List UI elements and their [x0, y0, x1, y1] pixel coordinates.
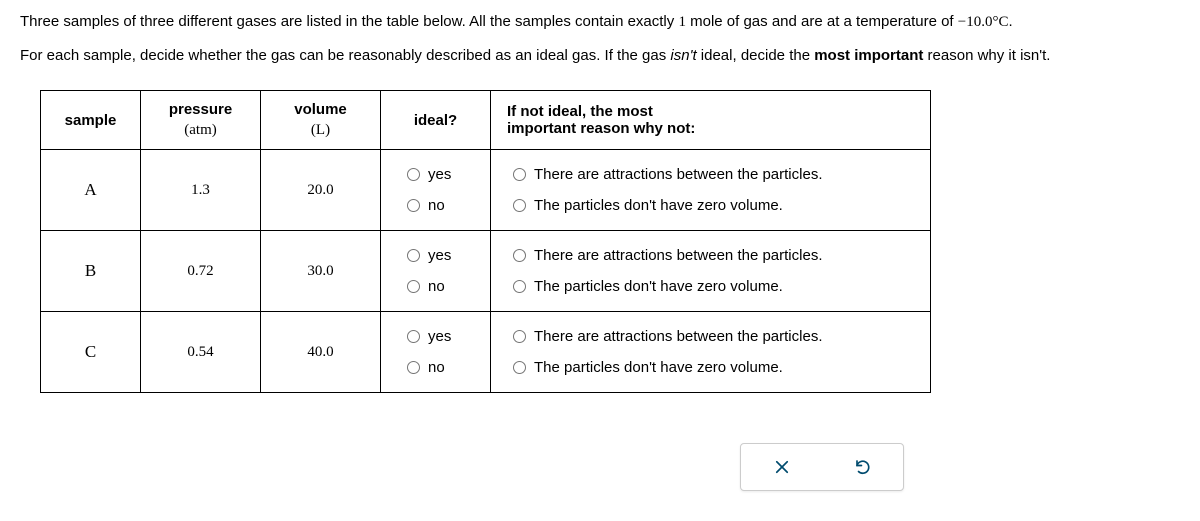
clear-button[interactable]: [757, 450, 807, 484]
header-pressure: pressure (atm): [141, 91, 261, 150]
intro-text: ideal, decide the: [697, 47, 815, 64]
radio-input[interactable]: [513, 361, 526, 374]
table-row: C0.5440.0 yes no There are attractions betw…: [41, 312, 931, 393]
radio-label: no: [428, 197, 445, 214]
intro-text: Three samples of three different gases a…: [20, 13, 678, 30]
ideal-option-yes[interactable]: yes: [407, 166, 451, 183]
radio-label: There are attractions between the partic…: [534, 328, 823, 345]
sample-cell: C: [41, 312, 141, 393]
radio-label: The particles don't have zero volume.: [534, 197, 783, 214]
ideal-cell: yes no: [381, 150, 491, 231]
header-volume: volume (L): [261, 91, 381, 150]
table-row: A1.320.0 yes no There are attractions betwe…: [41, 150, 931, 231]
reason-cell: There are attractions between the partic…: [491, 312, 931, 393]
ideal-option-no[interactable]: no: [407, 197, 445, 214]
radio-label: The particles don't have zero volume.: [534, 278, 783, 295]
reason-cell: There are attractions between the partic…: [491, 231, 931, 312]
radio-input[interactable]: [407, 199, 420, 212]
radio-label: yes: [428, 328, 451, 345]
pressure-cell: 0.54: [141, 312, 261, 393]
intro-text: mole of gas and are at a temperature of: [686, 13, 958, 30]
action-bar: [740, 443, 904, 491]
ideal-option-no[interactable]: no: [407, 359, 445, 376]
x-icon: [773, 458, 791, 476]
most-important-emphasis: most important: [814, 47, 923, 64]
ideal-cell: yes no: [381, 312, 491, 393]
pressure-label: pressure: [153, 99, 248, 120]
volume-unit: (L): [273, 120, 368, 141]
radio-label: The particles don't have zero volume.: [534, 359, 783, 376]
pressure-cell: 0.72: [141, 231, 261, 312]
volume-cell: 20.0: [261, 150, 381, 231]
reason-label-top: If not ideal, the most: [507, 103, 918, 120]
table-row: B0.7230.0 yes no There are attractions betw…: [41, 231, 931, 312]
radio-input[interactable]: [407, 330, 420, 343]
header-reason: If not ideal, the most important reason …: [491, 91, 931, 150]
instructions: Three samples of three different gases a…: [20, 10, 1180, 68]
reason-option-volume[interactable]: The particles don't have zero volume.: [513, 197, 783, 214]
radio-input[interactable]: [407, 280, 420, 293]
sample-cell: A: [41, 150, 141, 231]
volume-cell: 40.0: [261, 312, 381, 393]
header-sample: sample: [41, 91, 141, 150]
intro-text: For each sample, decide whether the gas …: [20, 47, 670, 64]
header-ideal: ideal?: [381, 91, 491, 150]
radio-label: no: [428, 278, 445, 295]
radio-input[interactable]: [407, 168, 420, 181]
ideal-cell: yes no: [381, 231, 491, 312]
intro-text: reason why it isn't.: [923, 47, 1050, 64]
sample-cell: B: [41, 231, 141, 312]
radio-input[interactable]: [513, 280, 526, 293]
reason-label-bottom: important reason why not:: [507, 120, 918, 137]
radio-label: yes: [428, 247, 451, 264]
ideal-option-no[interactable]: no: [407, 278, 445, 295]
radio-label: There are attractions between the partic…: [534, 247, 823, 264]
temperature: −10.0°C: [958, 14, 1009, 30]
reason-cell: There are attractions between the partic…: [491, 150, 931, 231]
ideal-option-yes[interactable]: yes: [407, 247, 451, 264]
reason-option-volume[interactable]: The particles don't have zero volume.: [513, 278, 783, 295]
radio-input[interactable]: [407, 361, 420, 374]
reason-option-attractions[interactable]: There are attractions between the partic…: [513, 328, 823, 345]
ideal-option-yes[interactable]: yes: [407, 328, 451, 345]
radio-input[interactable]: [513, 249, 526, 262]
one-mole: 1: [678, 14, 686, 30]
reason-option-attractions[interactable]: There are attractions between the partic…: [513, 166, 823, 183]
radio-input[interactable]: [407, 249, 420, 262]
volume-cell: 30.0: [261, 231, 381, 312]
pressure-cell: 1.3: [141, 150, 261, 231]
reason-option-volume[interactable]: The particles don't have zero volume.: [513, 359, 783, 376]
radio-label: yes: [428, 166, 451, 183]
undo-icon: [854, 458, 872, 476]
radio-label: no: [428, 359, 445, 376]
volume-label: volume: [273, 99, 368, 120]
gas-samples-table: sample pressure (atm) volume (L) ideal? …: [40, 90, 931, 393]
radio-input[interactable]: [513, 199, 526, 212]
intro-text: .: [1008, 13, 1012, 30]
radio-label: There are attractions between the partic…: [534, 166, 823, 183]
radio-input[interactable]: [513, 330, 526, 343]
reset-button[interactable]: [838, 450, 888, 484]
reason-option-attractions[interactable]: There are attractions between the partic…: [513, 247, 823, 264]
pressure-unit: (atm): [153, 120, 248, 141]
isnt-emphasis: isn't: [670, 47, 696, 64]
radio-input[interactable]: [513, 168, 526, 181]
